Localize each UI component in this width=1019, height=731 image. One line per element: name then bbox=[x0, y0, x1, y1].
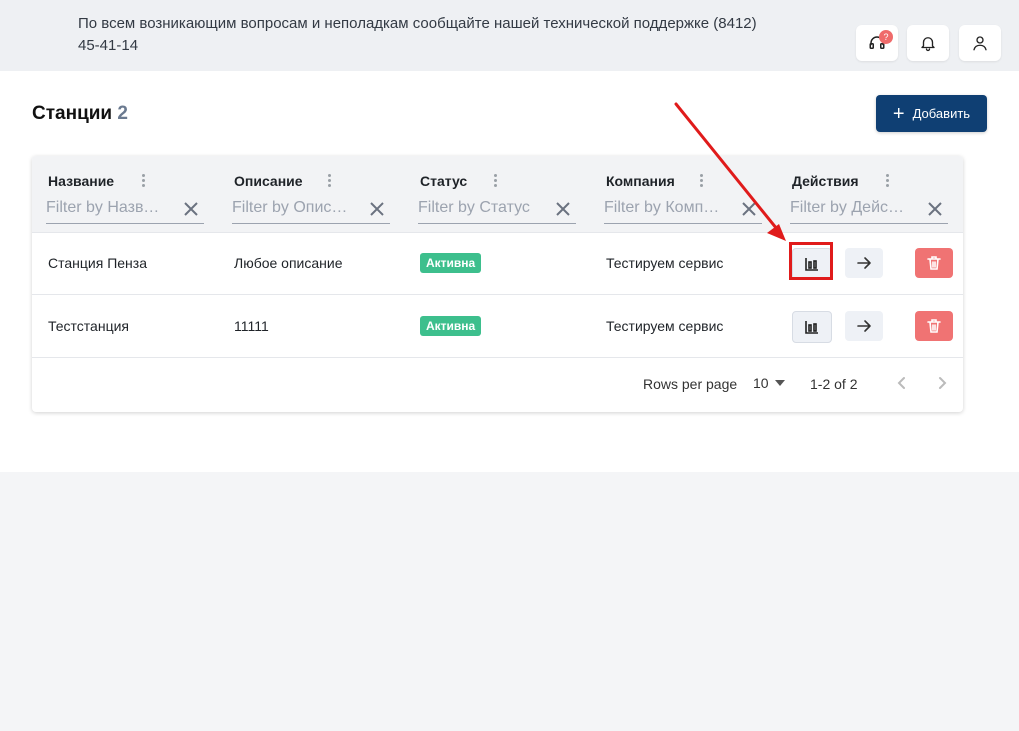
stations-table: Название Filter by Название Описание Fil… bbox=[32, 156, 963, 412]
caret-down-icon bbox=[774, 380, 785, 386]
clear-filter-icon[interactable] bbox=[182, 200, 200, 218]
column-menu-icon[interactable] bbox=[882, 172, 892, 190]
table-pagination: Rows per page 10 1-2 of 2 bbox=[32, 357, 963, 412]
statistics-button[interactable] bbox=[792, 311, 832, 343]
column-description: Описание Filter by Описание bbox=[232, 156, 392, 232]
column-company: Компания Filter by Компания bbox=[604, 156, 764, 232]
column-label: Описание bbox=[234, 173, 303, 189]
column-actions: Действия Filter by Действия bbox=[790, 156, 950, 232]
arrow-right-icon bbox=[857, 257, 871, 269]
rows-per-page-label: Rows per page bbox=[643, 376, 738, 392]
trash-icon bbox=[927, 256, 941, 270]
filter-input-company[interactable]: Filter by Компания bbox=[604, 196, 762, 224]
station-status: Активна bbox=[420, 295, 482, 357]
status-badge: Активна bbox=[420, 316, 482, 336]
station-count: 2 bbox=[117, 103, 128, 124]
column-menu-icon[interactable] bbox=[696, 172, 706, 190]
filter-input-status[interactable]: Filter by Статус bbox=[418, 196, 576, 224]
station-company: Тестируем сервис bbox=[606, 318, 724, 334]
station-company: Тестируем сервис bbox=[606, 255, 724, 271]
bar-chart-icon bbox=[805, 258, 818, 271]
table-header: Название Filter by Название Описание Fil… bbox=[32, 156, 963, 233]
filter-input-description[interactable]: Filter by Описание bbox=[232, 196, 390, 224]
open-button[interactable] bbox=[845, 311, 883, 341]
trash-icon bbox=[927, 319, 941, 333]
clear-filter-icon[interactable] bbox=[368, 200, 386, 218]
support-badge: ? bbox=[879, 30, 893, 44]
station-name: Станция Пенза bbox=[48, 255, 147, 271]
delete-button[interactable] bbox=[915, 248, 953, 278]
filter-placeholder: Filter by Название bbox=[46, 199, 166, 216]
table-row: Станция Пенза Любое описание Активна Тес… bbox=[32, 232, 963, 295]
clear-filter-icon[interactable] bbox=[740, 200, 758, 218]
column-menu-icon[interactable] bbox=[138, 172, 148, 190]
rows-per-page-value: 10 bbox=[753, 375, 769, 391]
table-row: Теcтстанция 11111 Активна Тестируем серв… bbox=[32, 295, 963, 358]
filter-placeholder: Filter by Описание bbox=[232, 199, 352, 216]
user-icon bbox=[973, 36, 987, 51]
station-name: Теcтстанция bbox=[48, 318, 129, 334]
bar-chart-icon bbox=[805, 321, 818, 334]
page-title-text: Станции bbox=[32, 103, 113, 124]
clear-filter-icon[interactable] bbox=[554, 200, 572, 218]
rows-per-page-select[interactable]: 10 bbox=[753, 375, 785, 391]
statistics-button[interactable] bbox=[792, 248, 832, 280]
filter-input-actions[interactable]: Filter by Действия bbox=[790, 196, 948, 224]
clear-filter-icon[interactable] bbox=[926, 200, 944, 218]
column-label: Компания bbox=[606, 173, 675, 189]
arrow-right-icon bbox=[857, 320, 871, 332]
chevron-right-icon[interactable] bbox=[932, 373, 952, 393]
column-label: Действия bbox=[792, 173, 859, 189]
column-status: Статус Filter by Статус bbox=[418, 156, 578, 232]
filter-placeholder: Filter by Действия bbox=[790, 199, 910, 216]
filter-input-name[interactable]: Filter by Название bbox=[46, 196, 204, 224]
add-button[interactable]: + Добавить bbox=[876, 95, 987, 132]
column-menu-icon[interactable] bbox=[324, 172, 334, 190]
status-badge: Активна bbox=[420, 253, 482, 273]
column-label: Статус bbox=[420, 173, 468, 189]
support-notice: По всем возникающим вопросам и неполадка… bbox=[78, 15, 757, 54]
add-button-label: Добавить bbox=[912, 106, 971, 121]
column-label: Название bbox=[48, 173, 115, 189]
notifications-button[interactable] bbox=[907, 25, 949, 61]
open-button[interactable] bbox=[845, 248, 883, 278]
filter-placeholder: Filter by Статус bbox=[418, 199, 530, 216]
main-content: Станции 2 + Добавить Название Filter by … bbox=[0, 71, 1019, 472]
pagination-range: 1-2 of 2 bbox=[810, 376, 858, 392]
column-menu-icon[interactable] bbox=[490, 172, 500, 190]
page-title: Станции 2 bbox=[32, 103, 128, 125]
support-button[interactable]: ? bbox=[856, 25, 898, 61]
station-status: Активна bbox=[420, 232, 482, 294]
station-description: 11111 bbox=[234, 318, 269, 334]
delete-button[interactable] bbox=[915, 311, 953, 341]
station-description: Любое описание bbox=[234, 255, 343, 271]
bell-icon bbox=[921, 37, 935, 52]
profile-button[interactable] bbox=[959, 25, 1001, 61]
filter-placeholder: Filter by Компания bbox=[604, 199, 724, 216]
top-bar: По всем возникающим вопросам и неполадка… bbox=[0, 0, 1019, 71]
column-name: Название Filter by Название bbox=[46, 156, 206, 232]
plus-icon: + bbox=[892, 102, 905, 125]
chevron-left-icon[interactable] bbox=[892, 373, 912, 393]
